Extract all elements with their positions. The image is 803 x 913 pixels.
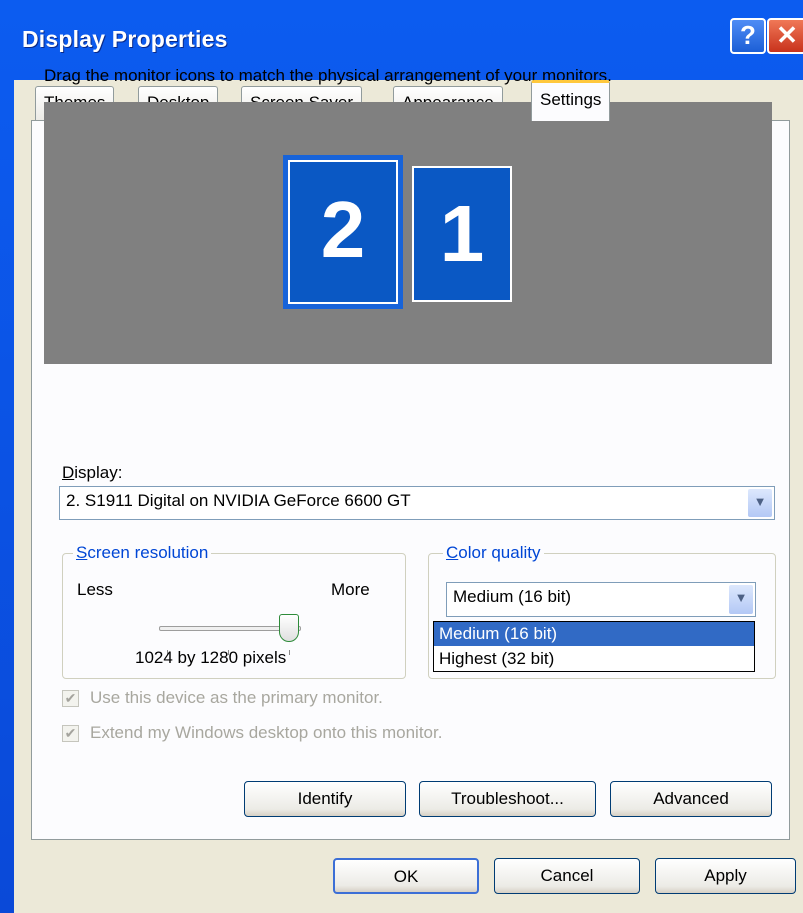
primary-monitor-checkbox[interactable]: ✔ (62, 690, 79, 707)
extend-desktop-label: Extend my Windows desktop onto this moni… (90, 723, 443, 742)
color-option-highest[interactable]: Highest (32 bit) (434, 647, 754, 671)
apply-button[interactable]: Apply (655, 858, 796, 894)
close-button[interactable]: ✕ (767, 18, 803, 54)
color-quality-title: Color quality (443, 543, 544, 563)
resolution-slider-thumb[interactable] (279, 614, 299, 642)
extend-desktop-checkbox[interactable]: ✔ (62, 725, 79, 742)
monitor-2-icon[interactable]: 2 (283, 155, 403, 309)
troubleshoot-button[interactable]: Troubleshoot... (419, 781, 596, 817)
ok-button[interactable]: OK (333, 858, 479, 894)
cancel-button[interactable]: Cancel (494, 858, 640, 894)
chevron-down-icon[interactable]: ▼ (748, 489, 772, 517)
display-select[interactable]: 2. S1911 Digital on NVIDIA GeForce 6600 … (59, 486, 775, 520)
display-label: Display: (62, 463, 123, 482)
display-selected-value: 2. S1911 Digital on NVIDIA GeForce 6600 … (66, 491, 411, 510)
resolution-value: 1024 by 1280 pixels (135, 648, 287, 667)
monitor-2-number: 2 (320, 185, 366, 274)
advanced-button[interactable]: Advanced (610, 781, 772, 817)
slider-tick (289, 650, 290, 655)
screen-resolution-title: Screen resolution (73, 543, 212, 563)
resolution-more-label: More (331, 580, 370, 599)
tab-settings[interactable]: Settings (531, 80, 611, 121)
color-option-medium[interactable]: Medium (16 bit) (434, 622, 754, 646)
primary-monitor-label: Use this device as the primary monitor. (90, 688, 383, 707)
monitor-1-number: 1 (439, 189, 485, 278)
monitor-1-icon[interactable]: 1 (412, 166, 512, 302)
color-quality-selected-value: Medium (16 bit) (453, 587, 572, 606)
identify-button[interactable]: Identify (244, 781, 406, 817)
resolution-less-label: Less (77, 580, 113, 599)
chevron-down-icon[interactable]: ▼ (729, 585, 753, 614)
screen-resolution-group: Screen resolution Less More 1024 by 1280… (62, 543, 406, 679)
arrangement-instruction: Drag the monitor icons to match the phys… (44, 66, 612, 85)
color-quality-select[interactable]: Medium (16 bit) ▼ (446, 582, 756, 617)
monitor-arrangement-area[interactable]: 2 1 (44, 102, 772, 364)
window-title: Display Properties (22, 26, 228, 52)
help-button[interactable]: ? (730, 18, 766, 54)
color-quality-dropdown-list: Medium (16 bit) Highest (32 bit) (433, 621, 755, 672)
